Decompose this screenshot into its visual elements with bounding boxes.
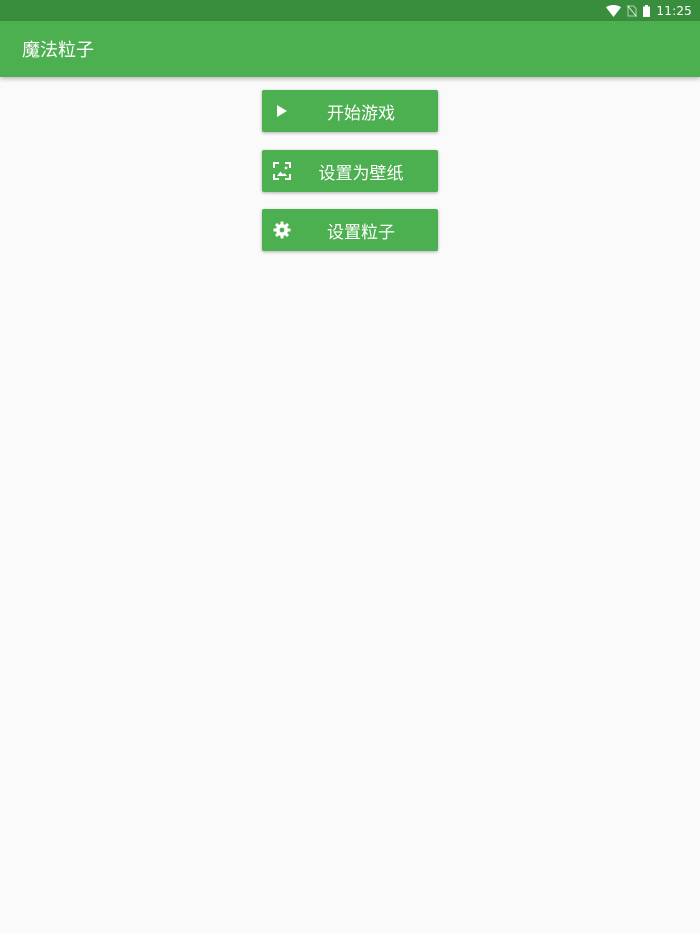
gear-icon [272,220,292,240]
status-bar: 11:25 [0,0,700,21]
battery-icon [643,4,651,17]
app-bar: 魔法粒子 [0,21,700,77]
start-game-button[interactable]: 开始游戏 [262,90,438,132]
wifi-icon [606,4,622,17]
no-sim-icon [627,4,638,17]
app-title: 魔法粒子 [22,40,94,61]
wallpaper-icon [272,161,292,181]
particle-settings-button[interactable]: 设置粒子 [262,209,438,251]
play-icon [272,101,292,121]
set-wallpaper-button[interactable]: 设置为壁纸 [262,150,438,192]
status-time: 11:25 [656,3,692,18]
